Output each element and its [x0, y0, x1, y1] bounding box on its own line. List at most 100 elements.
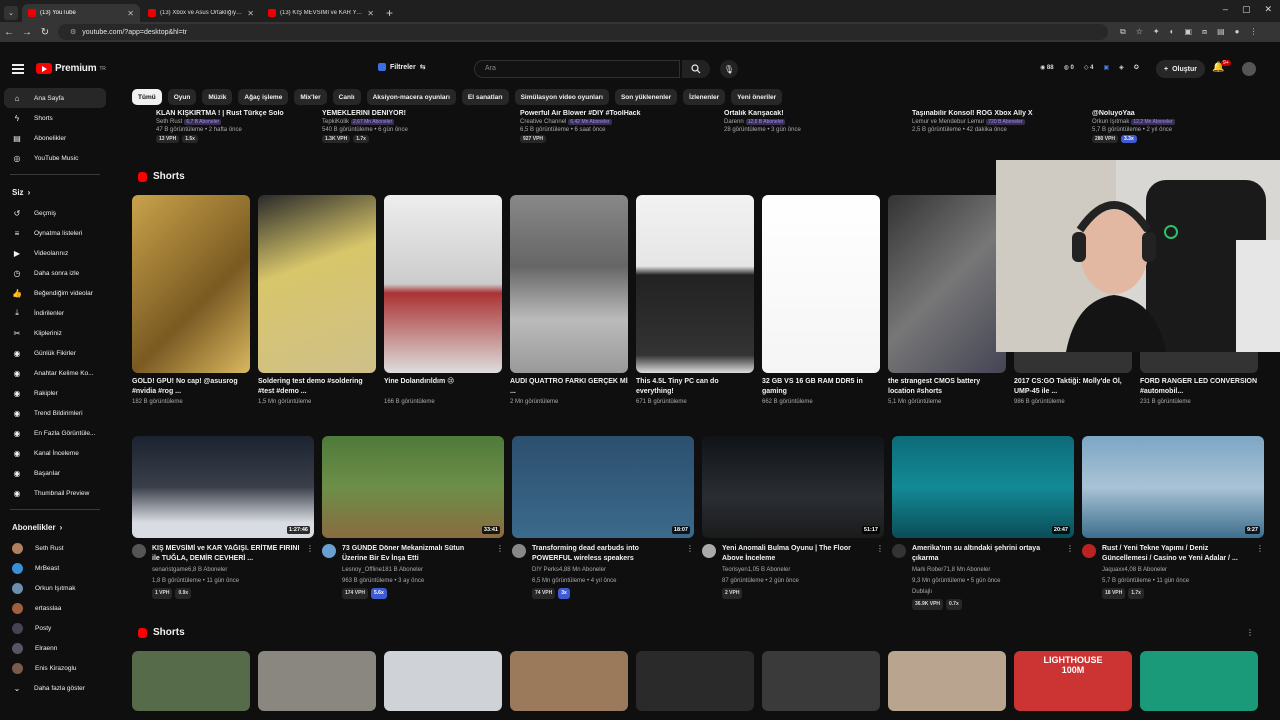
channel-name[interactable]: Orkun Işıtmak [1092, 119, 1129, 125]
channel-name[interactable]: Creative Channel [520, 119, 566, 125]
sidebar-item[interactable]: ▤ Abonelikler [0, 128, 110, 148]
video-card[interactable]: 33:41 73 GÜNDE Döner Mekanizmalı Sütun Üz… [322, 436, 504, 610]
video-title[interactable]: Yeni Anomali Bulma Oyunu | The Floor Abo… [722, 544, 870, 564]
sidebar-item[interactable]: ⤓ İndirilenler [0, 303, 110, 323]
short-title[interactable]: 32 GB VS 16 GB RAM DDR5 in gaming [762, 377, 880, 397]
filter-chip[interactable]: Müzik [202, 89, 233, 105]
sidebar-item[interactable]: ◷ Daha sonra izle [0, 263, 110, 283]
video-card-partial[interactable]: @NoluyoYaa Orkun Işıtmak 12,2 Mn Aboneler 5… [1092, 110, 1280, 143]
video-card-partial[interactable]: Taşınabilir Konsol! ROG Xbox Ally X Lemur… [912, 110, 1102, 135]
more-actions-icon[interactable]: ⋮ [876, 544, 884, 599]
channel-name[interactable]: TepkiKolik [322, 119, 349, 125]
short-title[interactable]: GOLD! GPU! No cap! @asusrog #nvidia #rog… [132, 377, 250, 397]
sidebar-item[interactable]: MrBeast [0, 558, 110, 578]
sidebar-item[interactable]: Seth Rust [0, 538, 110, 558]
youtube-logo[interactable]: Premium TR [36, 63, 106, 74]
browser-tab[interactable]: (13) Xbox ve Asus Ortaklığıyla G... ✕ [142, 4, 260, 22]
short-card[interactable]: This 4.5L Tiny PC can do everything! 671 … [636, 195, 754, 405]
stat-likes[interactable]: ◍ 0 [1064, 64, 1074, 71]
short-card[interactable]: Yine Dolandırıldım 😢 166 B görüntüleme [384, 195, 502, 405]
search-button[interactable] [682, 60, 710, 78]
sidebar-item[interactable]: ◉ Rakipler [0, 383, 110, 403]
forward-icon[interactable]: → [18, 27, 36, 38]
extension-blue-icon[interactable]: ▣ [1103, 64, 1109, 71]
video-card-partial[interactable]: Powerful Air Blower #DIY #ToolHack Creati… [520, 110, 710, 143]
tab-search-button[interactable]: ⌄ [4, 6, 18, 20]
browser-tab[interactable]: (13) KIŞ MEVSİMİ ve KAR YAĞI... ✕ [262, 4, 380, 22]
back-icon[interactable]: ← [0, 27, 18, 38]
sidebar-item[interactable]: ◉ En Fazla Görüntüle... [0, 423, 110, 443]
video-thumbnail[interactable]: 51:17 [702, 436, 884, 538]
reload-icon[interactable]: ↻ [36, 27, 54, 38]
video-title[interactable]: Amerika'nın su altındaki şehrini ortaya … [912, 544, 1060, 564]
short-thumbnail[interactable] [384, 651, 502, 711]
extension-icon[interactable]: ◐ [1170, 27, 1175, 37]
close-tab-icon[interactable]: ✕ [247, 9, 254, 18]
video-card-partial[interactable]: Ortalık Karışacak! Darenn 12,6 B Aboneler 2… [724, 110, 914, 135]
video-title[interactable]: @NoluyoYaa [1092, 110, 1280, 117]
more-actions-icon[interactable]: ⋮ [496, 544, 504, 599]
filter-chip[interactable]: Ağaç işleme [238, 89, 289, 105]
you-section-header[interactable]: Siz › [0, 181, 110, 203]
menu-icon[interactable] [12, 64, 24, 74]
video-title[interactable]: Rust / Yeni Tekne Yapımı / Deniz Güncell… [1102, 544, 1250, 564]
channel-name[interactable]: Jaquaxx [1102, 567, 1124, 573]
channel-avatar[interactable] [512, 544, 526, 558]
video-title[interactable]: Taşınabilir Konsol! ROG Xbox Ally X [912, 110, 1102, 117]
sidebar-item[interactable]: ◉ Anahtar Kelime Ko... [0, 363, 110, 383]
short-card[interactable]: the strangest CMOS battery location #sho… [888, 195, 1006, 405]
video-card[interactable]: 51:17 Yeni Anomali Bulma Oyunu | The Floo… [702, 436, 884, 610]
short-thumbnail[interactable] [258, 195, 376, 373]
video-card[interactable]: 1:27:46 KIŞ MEVSİMİ ve KAR YAĞIŞI. ERİTME… [132, 436, 314, 610]
sidebar-item[interactable]: ✂ Klipleriniz [0, 323, 110, 343]
video-title[interactable]: YEMEKLERİNİ DENİYOR! [322, 110, 512, 117]
stat-comments[interactable]: ◇ 4 [1084, 64, 1094, 71]
extension-icon[interactable]: ◈ [1119, 64, 1124, 71]
channel-avatar[interactable] [892, 544, 906, 558]
extension-icon[interactable]: ✦ [1153, 27, 1160, 37]
stat-views[interactable]: ◉ 88 [1040, 64, 1054, 71]
sidebar-item[interactable]: Elraenn [0, 638, 110, 658]
channel-name[interactable]: Teorisyen [722, 567, 748, 573]
short-card[interactable]: AUDI QUATTRO FARKI GERÇEK Mİ ... 2 Mn gör… [510, 195, 628, 405]
minimize-icon[interactable]: – [1223, 4, 1228, 15]
short-card[interactable]: GOLD! GPU! No cap! @asusrog #nvidia #rog… [132, 195, 250, 405]
filter-chip[interactable]: Canlı [332, 89, 361, 105]
close-tab-icon[interactable]: ✕ [367, 9, 374, 18]
video-title[interactable]: KLAN KIŞKIRTMA ! | Rust Türkçe Solo [156, 110, 346, 117]
tab-search-icon[interactable]: ▤ [1217, 27, 1225, 37]
short-thumbnail[interactable] [510, 651, 628, 711]
sidebar-item[interactable]: Enis Kirazoglu [0, 658, 110, 678]
short-thumbnail[interactable] [888, 195, 1006, 373]
short-title[interactable]: FORD RANGER LED CONVERSION #automobil... [1140, 377, 1258, 397]
video-thumbnail[interactable]: 1:27:46 [132, 436, 314, 538]
subscriptions-section-header[interactable]: Abonelikler › [0, 516, 110, 538]
sidebar-item[interactable]: ◉ Trend Bildirimleri [0, 403, 110, 423]
short-thumbnail[interactable] [510, 195, 628, 373]
filter-chip[interactable]: Aksiyon-macera oyunları [366, 89, 456, 105]
sidebar-item[interactable]: ≡ Oynatma listeleri [0, 223, 110, 243]
new-tab-button[interactable]: + [386, 4, 393, 22]
filter-chip[interactable]: Yeni öneriler [731, 89, 783, 105]
channel-name[interactable]: Darenn [724, 119, 744, 125]
channel-name[interactable]: Lesnoy_Offline [342, 567, 382, 573]
sidebar-item[interactable]: ϟ Shorts [0, 108, 110, 128]
sidebar-item[interactable]: ertasslaa [0, 598, 110, 618]
video-thumbnail[interactable]: 9:27 [1082, 436, 1264, 538]
sidebar-item[interactable]: ◎ YouTube Music [0, 148, 110, 168]
extensions-puzzle-icon[interactable]: ⧈ [1202, 27, 1207, 37]
close-tab-icon[interactable]: ✕ [127, 9, 134, 18]
more-actions-icon[interactable]: ⋮ [306, 544, 314, 599]
extension-icon[interactable]: ▣ [1184, 27, 1192, 37]
channel-avatar[interactable] [132, 544, 146, 558]
video-card[interactable]: 20:47 Amerika'nın su altındaki şehrini or… [892, 436, 1074, 610]
short-title[interactable]: 2017 CS:GO Taktiği: Molly'de Öl, UMP-45 … [1014, 377, 1132, 397]
short-title[interactable]: the strangest CMOS battery location #sho… [888, 377, 1006, 397]
channel-name[interactable]: Mark Rober [912, 567, 943, 573]
short-thumbnail[interactable] [888, 651, 1006, 711]
short-thumbnail[interactable] [636, 651, 754, 711]
site-info-icon[interactable]: ⚙ [70, 28, 76, 36]
video-card[interactable]: 9:27 Rust / Yeni Tekne Yapımı / Deniz Gün… [1082, 436, 1264, 610]
browser-tab[interactable]: (13) YouTube ✕ [22, 4, 140, 22]
filter-chip[interactable]: Simülasyon video oyunları [514, 89, 609, 105]
